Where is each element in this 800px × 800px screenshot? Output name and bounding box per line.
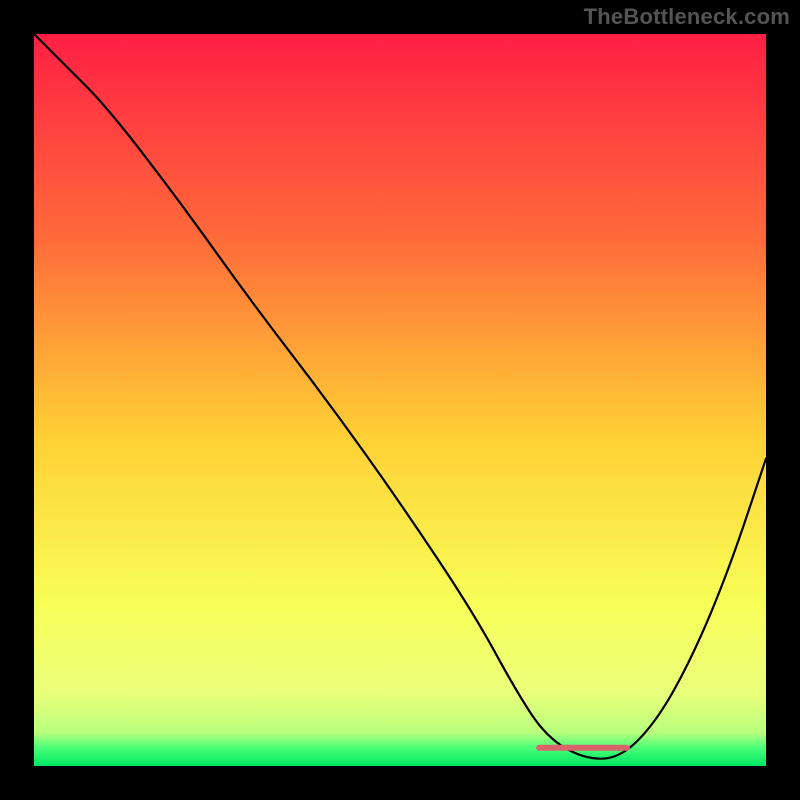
chart-frame: TheBottleneck.com [0, 0, 800, 800]
watermark-text: TheBottleneck.com [584, 4, 790, 30]
chart-svg [34, 34, 766, 766]
gradient-background [34, 34, 766, 766]
plot-area [34, 34, 766, 766]
